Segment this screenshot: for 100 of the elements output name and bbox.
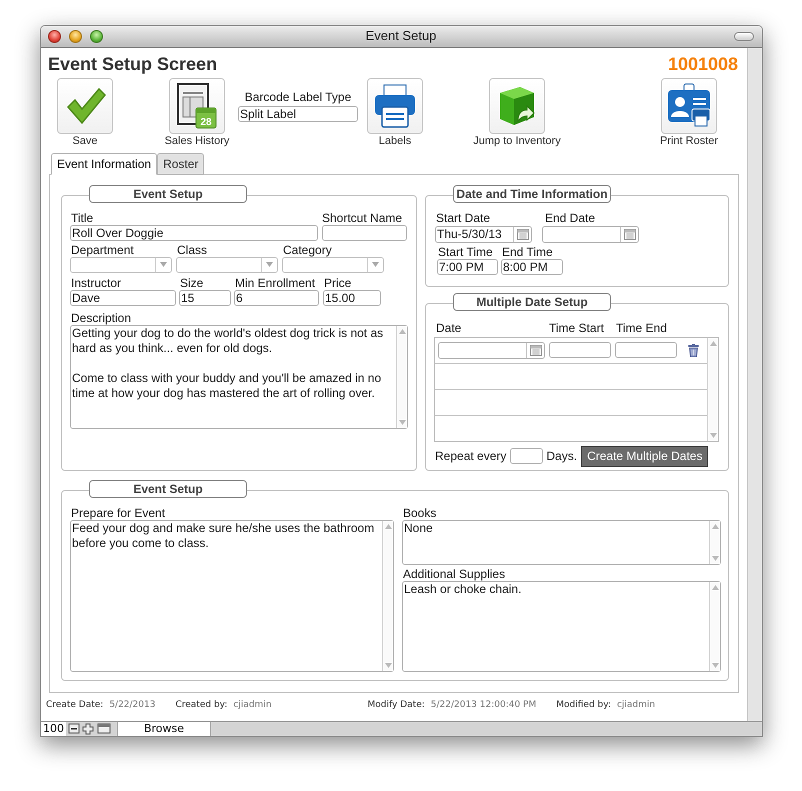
- up-arrow-icon: [712, 584, 718, 590]
- zoom-level: 100: [41, 722, 66, 736]
- field-label: Time Start: [549, 320, 605, 335]
- zoom-button[interactable]: [90, 30, 103, 43]
- window-title: Event Setup: [364, 27, 438, 46]
- tab[interactable]: Event Information: [51, 152, 158, 175]
- scroll-bar[interactable]: [707, 338, 718, 441]
- field-label: Size: [179, 276, 204, 290]
- field-label: Title: [70, 210, 94, 225]
- field-label: Start Date: [435, 210, 492, 225]
- time-start-field[interactable]: [549, 342, 611, 358]
- toolbar-button[interactable]: [489, 78, 545, 134]
- field-label: Additional Supplies: [402, 566, 506, 581]
- field-label: Min Enrollment: [234, 276, 316, 290]
- dropdown-field[interactable]: [176, 256, 278, 273]
- shortcut-name-field[interactable]: [322, 224, 407, 241]
- zoom-in-icon: [82, 722, 94, 736]
- button-label: Print Roster: [660, 134, 718, 148]
- start-time-field[interactable]: 7:00 PM: [437, 258, 498, 275]
- footer-label: Create Date:: [46, 699, 104, 712]
- up-arrow-icon: [712, 524, 718, 529]
- field-label: Date: [436, 320, 462, 335]
- down-arrow-icon: [712, 662, 718, 668]
- up-arrow-icon: [398, 328, 406, 334]
- scroll-bar[interactable]: [709, 520, 720, 564]
- minimize-button[interactable]: [69, 30, 82, 43]
- date-field[interactable]: [542, 226, 639, 243]
- prepare-text-area[interactable]: Feed your dog and make sure he/she uses the bathroom before you come to class.: [70, 520, 394, 672]
- field-label: Books: [402, 506, 438, 520]
- down-arrow-icon: [712, 556, 718, 561]
- toolbar-button[interactable]: [57, 78, 113, 134]
- scroll-bar[interactable]: [396, 326, 407, 428]
- scroll-bar[interactable]: [382, 520, 393, 671]
- scroll-bar[interactable]: [709, 582, 720, 671]
- trash-icon: [688, 344, 699, 357]
- field-label: Description: [70, 310, 132, 325]
- down-arrow-icon: [398, 420, 406, 425]
- supplies-text-area[interactable]: Leash or choke chain.: [402, 580, 721, 672]
- price-field[interactable]: 15.00: [323, 290, 381, 306]
- description-text-area[interactable]: Getting your dog to do the world's oldest dog trick is not as hard as you think... even for old dogs. Come to class with your buddy and you'll be amazed in no time at how your dog has mastered the art of rolling over.: [70, 324, 408, 429]
- zoom-out-icon: [68, 722, 80, 736]
- button-label: Labels: [378, 134, 412, 148]
- toolbar-toggle-button[interactable]: [734, 32, 754, 41]
- dropdown-field[interactable]: [282, 256, 384, 273]
- field-label: Barcode Label Type: [244, 90, 352, 104]
- field-label: Price: [323, 276, 352, 290]
- create-multiple-dates-button[interactable]: Create Multiple Dates: [581, 446, 708, 467]
- date-field[interactable]: Thu-5/30/13: [435, 226, 532, 243]
- group-heading: Event Setup: [89, 184, 247, 203]
- field-label: Class: [176, 242, 208, 257]
- dropdown-field[interactable]: [70, 256, 172, 273]
- barcode-label-type-field[interactable]: Split Label: [238, 106, 358, 122]
- min-enrollment-field[interactable]: 6: [234, 290, 319, 306]
- size-field[interactable]: 15: [179, 290, 231, 306]
- layout-toggle-icon: [97, 722, 111, 736]
- date-field[interactable]: [438, 342, 545, 359]
- toolbar-button[interactable]: [367, 78, 423, 134]
- group-heading: Event Setup: [89, 480, 247, 498]
- field-label: Department: [70, 242, 135, 257]
- calendar-icon: [530, 344, 542, 356]
- id-badge-printer-icon: [666, 82, 712, 129]
- up-arrow-icon: [384, 524, 392, 529]
- group-heading: Multiple Date Setup: [453, 292, 611, 311]
- field-label: Repeat every: [435, 449, 506, 464]
- field-label: Category: [282, 242, 333, 257]
- field-label: Days.: [546, 449, 578, 464]
- repeat-days-field[interactable]: [510, 448, 544, 464]
- field-label: Start Time: [438, 244, 494, 259]
- field-label: End Date: [545, 210, 596, 225]
- field-label: End Time: [502, 244, 553, 259]
- printer-icon: [372, 82, 418, 129]
- footer-label: Modified by:: [556, 699, 611, 712]
- tab[interactable]: Roster: [157, 152, 204, 175]
- screen-title: Event Setup Screen: [48, 52, 218, 75]
- up-arrow-icon: [710, 340, 716, 346]
- calendar-icon: [516, 228, 528, 240]
- footer-label: Modify Date:: [368, 699, 425, 712]
- toolbar-button[interactable]: [661, 78, 717, 134]
- down-arrow-icon: [710, 432, 716, 438]
- calendar-icon: [624, 228, 636, 240]
- end-time-field[interactable]: 8:00 PM: [501, 258, 563, 275]
- title-field[interactable]: Roll Over Doggie: [70, 224, 318, 241]
- down-arrow-icon: [384, 662, 392, 668]
- footer-value: 5/22/2013: [109, 699, 156, 712]
- field-label: Time End: [616, 320, 667, 335]
- caret-icon: [372, 262, 379, 268]
- time-end-field[interactable]: [615, 342, 677, 358]
- instructor-field[interactable]: Dave: [70, 290, 176, 306]
- group-heading: Date and Time Information: [453, 184, 611, 203]
- footer-value: cjiadmin: [616, 699, 656, 712]
- field-label: Instructor: [70, 276, 122, 290]
- books-text-area[interactable]: None: [402, 520, 721, 565]
- footer-value: cjiadmin: [233, 699, 272, 712]
- footer-value: 5/22/2013 12:00:40 PM: [430, 699, 536, 712]
- footer-label: Created by:: [175, 699, 228, 712]
- close-button[interactable]: [48, 30, 61, 43]
- button-label: Save: [72, 134, 98, 148]
- caret-icon: [266, 262, 273, 268]
- button-label: Sales History: [164, 134, 230, 148]
- field-label: Shortcut Name: [322, 210, 402, 225]
